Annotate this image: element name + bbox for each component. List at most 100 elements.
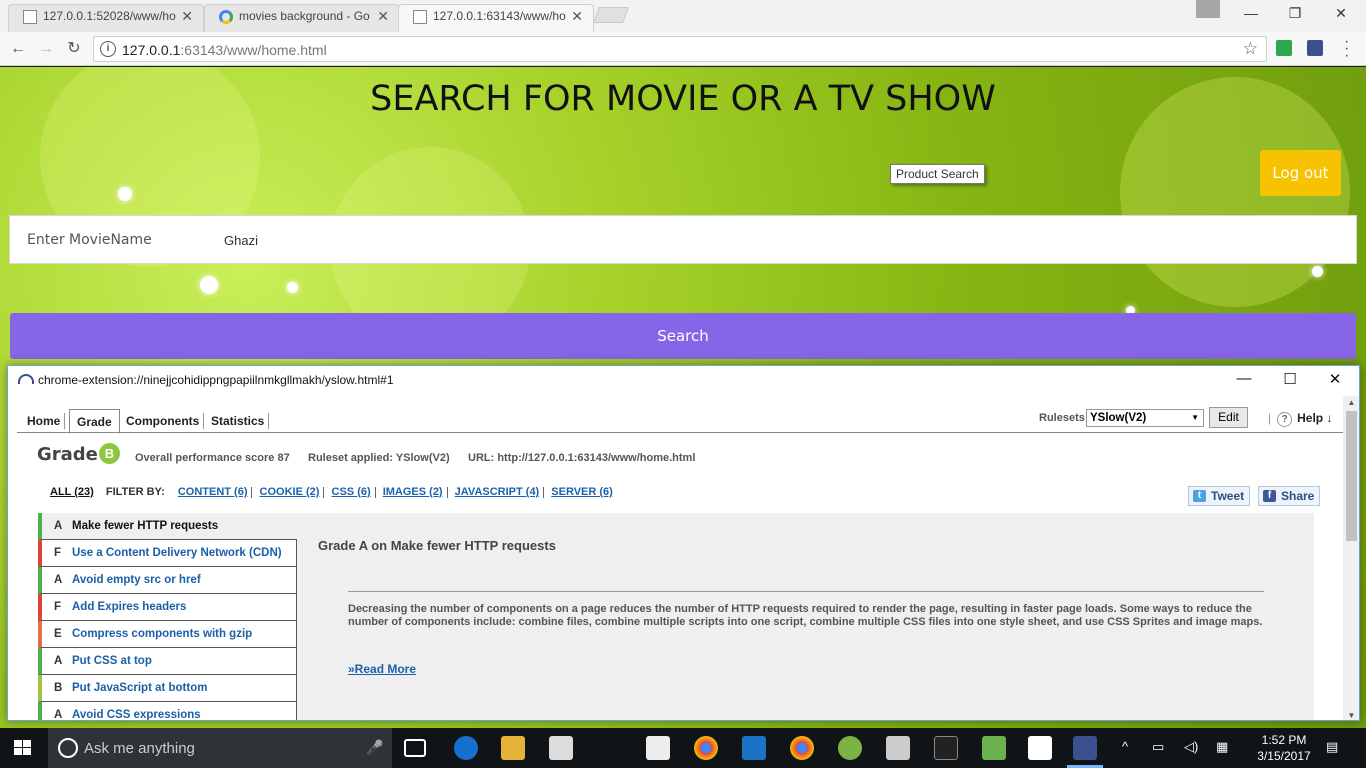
taskbar: Ask me anything 🎤 ^ ▭ ◁) ▦ 1:52 PM 3/15/… [0, 728, 1366, 768]
yslow-window-title: chrome-extension://ninejjcohidippngpapii… [38, 373, 394, 387]
share-button[interactable]: f Share [1258, 486, 1321, 506]
close-tab-icon[interactable]: ✕ [571, 5, 583, 27]
browser-tab-1[interactable]: 127.0.0.1:52028/www/ho ✕ [8, 4, 204, 32]
minimize-icon[interactable]: — [1228, 0, 1274, 28]
reload-icon[interactable]: ↻ [62, 37, 86, 61]
tab-title: 127.0.0.1:63143/www/ho [433, 9, 566, 23]
chevron-up-icon[interactable]: ^ [1122, 739, 1128, 754]
list-item[interactable]: A Avoid CSS expressions [38, 702, 297, 720]
grade-badge: B [99, 443, 120, 464]
help-icon: ? [1277, 412, 1293, 427]
minimize-icon[interactable]: — [1234, 370, 1254, 387]
new-tab-button[interactable] [593, 7, 629, 23]
yslow-titlebar: chrome-extension://ninejjcohidippngpapii… [8, 366, 1359, 396]
maximize-icon[interactable]: ☐ [1280, 370, 1300, 388]
filter-content[interactable]: CONTENT (6) [174, 487, 253, 498]
yslow-taskbar-icon[interactable] [1073, 736, 1097, 760]
calculator-icon[interactable] [646, 736, 670, 760]
filter-cookie[interactable]: COOKIE (2) [256, 487, 325, 498]
url-text[interactable]: 127.0.0.1:63143/www/home.html [122, 42, 327, 58]
store-icon[interactable] [549, 736, 573, 760]
filter-images[interactable]: IMAGES (2) [379, 487, 448, 498]
app-icon[interactable] [742, 736, 766, 760]
list-item[interactable]: F Use a Content Delivery Network (CDN) [38, 540, 297, 567]
close-window-icon[interactable]: ✕ [1325, 370, 1345, 388]
tab-home[interactable]: Home [23, 413, 66, 429]
vertical-scrollbar[interactable]: ▲ ▼ [1343, 396, 1359, 720]
list-item[interactable]: E Compress components with gzip [38, 621, 297, 648]
menu-icon[interactable]: · · · [1344, 34, 1349, 64]
file-explorer-icon[interactable] [501, 736, 525, 760]
photos-icon[interactable] [1028, 736, 1052, 760]
network-icon[interactable]: ▭ [1152, 739, 1164, 755]
close-tab-icon[interactable]: ✕ [181, 5, 193, 27]
cors-extension-icon[interactable] [1276, 40, 1292, 56]
tweet-button[interactable]: t Tweet [1188, 486, 1251, 506]
chrome-icon[interactable] [694, 736, 718, 760]
scroll-up-icon[interactable]: ▲ [1343, 398, 1359, 407]
cortana-placeholder: Ask me anything [84, 740, 195, 757]
detail-title: Grade A on Make fewer HTTP requests [318, 538, 556, 553]
bookmark-star-icon[interactable]: ☆ [1243, 39, 1258, 59]
address-bar[interactable]: i 127.0.0.1:63143/www/home.html ☆ [93, 36, 1267, 62]
filter-by-label: FILTER BY: [105, 486, 165, 498]
list-item[interactable]: A Put CSS at top [38, 648, 297, 675]
filter-server[interactable]: SERVER (6) [547, 487, 617, 498]
android-studio-icon[interactable] [838, 736, 862, 760]
close-tab-icon[interactable]: ✕ [377, 5, 389, 27]
read-more-link[interactable]: »Read More [348, 662, 416, 676]
overall-score: Overall performance score 87 [135, 452, 290, 464]
browser-tab-3[interactable]: 127.0.0.1:63143/www/ho ✕ [398, 4, 594, 32]
windows-start-icon[interactable] [14, 740, 32, 756]
microphone-icon[interactable]: 🎤 [366, 739, 383, 756]
yslow-extension-icon[interactable] [1307, 40, 1323, 56]
document-icon [413, 10, 427, 24]
profile-icon[interactable] [1196, 0, 1220, 18]
tab-components[interactable]: Components [122, 413, 205, 429]
filter-css[interactable]: CSS (6) [328, 487, 376, 498]
chrome-icon[interactable] [790, 736, 814, 760]
list-item[interactable]: F Add Expires headers [38, 594, 297, 621]
forward-icon[interactable]: → [34, 37, 58, 61]
filter-all[interactable]: ALL (23) [50, 486, 94, 498]
search-button[interactable]: Search [10, 313, 1356, 359]
cortana-search[interactable]: Ask me anything 🎤 [48, 728, 392, 768]
list-item[interactable]: B Put JavaScript at bottom [38, 675, 297, 702]
tab-statistics[interactable]: Statistics [207, 413, 270, 429]
list-item[interactable]: A Make fewer HTTP requests [38, 513, 297, 540]
search-form: Enter MovieName [9, 215, 1357, 264]
document-icon [23, 10, 37, 24]
clock-date: 3/15/2017 [1257, 749, 1311, 763]
system-clock[interactable]: 1:52 PM 3/15/2017 [1250, 732, 1318, 764]
list-item[interactable]: A Avoid empty src or href [38, 567, 297, 594]
edge-icon[interactable] [454, 736, 478, 760]
browser-tabstrip: 127.0.0.1:52028/www/ho ✕ movies backgrou… [0, 0, 1366, 32]
google-icon [219, 10, 233, 24]
app-icon[interactable] [982, 736, 1006, 760]
page-title: SEARCH FOR MOVIE OR A TV SHOW [370, 79, 996, 119]
keyboard-icon[interactable]: ▦ [1216, 739, 1228, 755]
edit-ruleset-button[interactable]: Edit [1209, 407, 1248, 428]
close-window-icon[interactable]: ✕ [1318, 0, 1364, 28]
sparkle [200, 276, 218, 294]
logout-button[interactable]: Log out [1260, 150, 1341, 196]
volume-icon[interactable]: ◁) [1184, 739, 1198, 755]
tab-grade[interactable]: Grade [69, 409, 120, 434]
movie-name-input[interactable] [224, 226, 1344, 254]
scroll-down-icon[interactable]: ▼ [1343, 711, 1359, 720]
ruleset-select[interactable]: YSlow(V2) ▼ [1086, 409, 1204, 427]
notifications-icon[interactable]: ▤ [1326, 739, 1338, 755]
yslow-window: chrome-extension://ninejjcohidippngpapii… [7, 365, 1360, 721]
help-menu[interactable]: |? Help ↓ [1268, 411, 1332, 427]
clock-time: 1:52 PM [1261, 733, 1307, 747]
command-prompt-icon[interactable] [934, 736, 958, 760]
search-label: Enter MovieName [27, 232, 152, 248]
task-view-icon[interactable] [404, 739, 426, 757]
filter-javascript[interactable]: JAVASCRIPT (4) [451, 487, 545, 498]
app-icon[interactable] [886, 736, 910, 760]
scrollbar-thumb[interactable] [1346, 411, 1357, 541]
info-icon[interactable]: i [100, 41, 116, 57]
browser-tab-2[interactable]: movies background - Go ✕ [204, 4, 400, 32]
restore-icon[interactable]: ❐ [1272, 0, 1318, 28]
back-icon[interactable]: ← [6, 37, 30, 61]
